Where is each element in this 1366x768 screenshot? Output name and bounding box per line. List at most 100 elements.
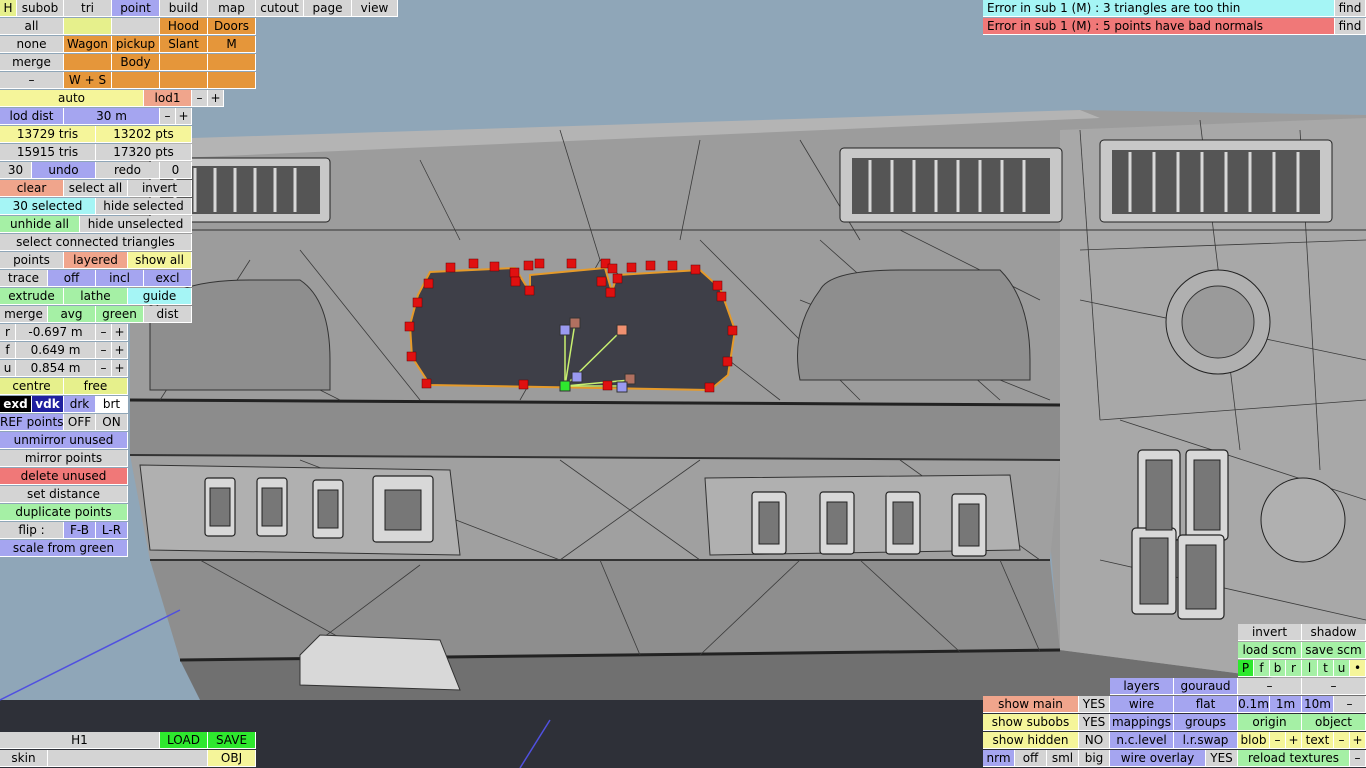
subob-pickup[interactable]: pickup	[112, 36, 160, 53]
skin-field[interactable]	[48, 750, 208, 767]
show-subobs-button[interactable]: show subobs	[983, 714, 1079, 731]
wire-overlay-button[interactable]: wire overlay	[1110, 750, 1206, 767]
f-minus[interactable]: –	[96, 342, 112, 359]
nrm-button[interactable]: nrm	[983, 750, 1015, 767]
nrm-sml-button[interactable]: sml	[1047, 750, 1079, 767]
load-button[interactable]: LOAD	[160, 732, 208, 749]
r-minus[interactable]: –	[96, 324, 112, 341]
load-scm-button[interactable]: load scm	[1238, 642, 1302, 659]
lod-dist-value[interactable]: 30 m	[64, 108, 160, 125]
lod-level-button[interactable]: lod1	[144, 90, 192, 107]
hide-unselected-button[interactable]: hide unselected	[80, 216, 192, 233]
subob-ws[interactable]: W + S	[64, 72, 112, 89]
build-mode-button[interactable]: build	[160, 0, 208, 17]
tri-mode-button[interactable]: tri	[64, 0, 112, 17]
r-value[interactable]: -0.697 m	[16, 324, 96, 341]
blob-button[interactable]: blob	[1238, 732, 1270, 749]
subob-m[interactable]: M	[208, 36, 256, 53]
text-plus-button[interactable]: +	[1350, 732, 1366, 749]
gouraud-button[interactable]: gouraud	[1174, 678, 1238, 695]
shadow-button[interactable]: shadow	[1302, 624, 1366, 641]
view-t-button[interactable]: t	[1318, 660, 1334, 677]
invert-selection-button[interactable]: invert	[128, 180, 192, 197]
origin-button[interactable]: origin	[1238, 714, 1302, 731]
show-main-button[interactable]: show main	[983, 696, 1079, 713]
ref-points-off[interactable]: OFF	[64, 414, 96, 431]
page-mode-button[interactable]: page	[304, 0, 352, 17]
lod-dist-plus[interactable]: +	[176, 108, 192, 125]
u-minus[interactable]: –	[96, 360, 112, 377]
view-r-button[interactable]: r	[1286, 660, 1302, 677]
show-all-button[interactable]: show all	[128, 252, 192, 269]
save-scm-button[interactable]: save scm	[1302, 642, 1366, 659]
trace-excl-button[interactable]: excl	[144, 270, 192, 287]
trace-incl-button[interactable]: incl	[96, 270, 144, 287]
3d-viewport[interactable]	[0, 0, 1366, 768]
invert-view-button[interactable]: invert	[1238, 624, 1302, 641]
select-all-button[interactable]: select all	[64, 180, 128, 197]
flat-button[interactable]: flat	[1174, 696, 1238, 713]
find-error-2-button[interactable]: find	[1335, 18, 1366, 35]
subob-slot-empty-2[interactable]	[160, 54, 208, 71]
reload-textures-button[interactable]: reload textures	[1238, 750, 1350, 767]
lod-plus-button[interactable]: +	[208, 90, 224, 107]
map-mode-button[interactable]: map	[208, 0, 256, 17]
merge-points-button[interactable]: merge	[0, 306, 48, 323]
h-button[interactable]: H	[0, 0, 17, 17]
vdk-button[interactable]: vdk	[32, 396, 64, 413]
unmirror-unused-button[interactable]: unmirror unused	[0, 432, 128, 449]
subob-slot-empty-3[interactable]	[208, 54, 256, 71]
scale-from-green-button[interactable]: scale from green	[0, 540, 128, 557]
view-mode-button[interactable]: view	[352, 0, 398, 17]
dist-1m-button[interactable]: 1m	[1270, 696, 1302, 713]
nc-level-button[interactable]: n.c.level	[1110, 732, 1174, 749]
show-hidden-button[interactable]: show hidden	[983, 732, 1079, 749]
wire-overlay-toggle[interactable]: YES	[1206, 750, 1238, 767]
subob-slot-empty-5[interactable]	[160, 72, 208, 89]
subob-slot-blank-2[interactable]	[112, 18, 160, 35]
show-hidden-toggle[interactable]: NO	[1079, 732, 1110, 749]
set-distance-button[interactable]: set distance	[0, 486, 128, 503]
trace-button[interactable]: trace	[0, 270, 48, 287]
u-plus[interactable]: +	[112, 360, 128, 377]
dash-button-1[interactable]: –	[1238, 678, 1302, 695]
subob-body[interactable]: Body	[112, 54, 160, 71]
hide-selected-button[interactable]: hide selected	[96, 198, 192, 215]
object-button[interactable]: object	[1302, 714, 1366, 731]
mappings-button[interactable]: mappings	[1110, 714, 1174, 731]
mirror-points-button[interactable]: mirror points	[0, 450, 128, 467]
avg-button[interactable]: avg	[48, 306, 96, 323]
unhide-all-button[interactable]: unhide all	[0, 216, 80, 233]
cutout-mode-button[interactable]: cutout	[256, 0, 304, 17]
subob-wagon[interactable]: Wagon	[64, 36, 112, 53]
subob-doors[interactable]: Doors	[208, 18, 256, 35]
subob-mode-button[interactable]: subob	[17, 0, 64, 17]
dist-01m-button[interactable]: 0.1m	[1238, 696, 1270, 713]
points-button[interactable]: points	[0, 252, 64, 269]
subob-none-button[interactable]: none	[0, 36, 64, 53]
subob-slot-empty-4[interactable]	[112, 72, 160, 89]
free-button[interactable]: free	[64, 378, 128, 395]
view-f-button[interactable]: f	[1254, 660, 1270, 677]
text-minus-button[interactable]: –	[1334, 732, 1350, 749]
lod-auto-button[interactable]: auto	[0, 90, 144, 107]
lod-dist-minus[interactable]: –	[160, 108, 176, 125]
ref-points-on[interactable]: ON	[96, 414, 128, 431]
reload-dash-button[interactable]: –	[1350, 750, 1366, 767]
f-plus[interactable]: +	[112, 342, 128, 359]
trace-off-button[interactable]: off	[48, 270, 96, 287]
nrm-big-button[interactable]: big	[1079, 750, 1110, 767]
f-value[interactable]: 0.649 m	[16, 342, 96, 359]
r-plus[interactable]: +	[112, 324, 128, 341]
exd-button[interactable]: exd	[0, 396, 32, 413]
subob-hood[interactable]: Hood	[160, 18, 208, 35]
select-connected-triangles-button[interactable]: select connected triangles	[0, 234, 192, 251]
subob-minus-button[interactable]: –	[0, 72, 64, 89]
undo-button[interactable]: undo	[32, 162, 96, 179]
dist-10m-button[interactable]: 10m	[1302, 696, 1334, 713]
subob-slot-blank[interactable]	[64, 18, 112, 35]
u-value[interactable]: 0.854 m	[16, 360, 96, 377]
delete-unused-button[interactable]: delete unused	[0, 468, 128, 485]
green-button[interactable]: green	[96, 306, 144, 323]
show-main-toggle[interactable]: YES	[1079, 696, 1110, 713]
